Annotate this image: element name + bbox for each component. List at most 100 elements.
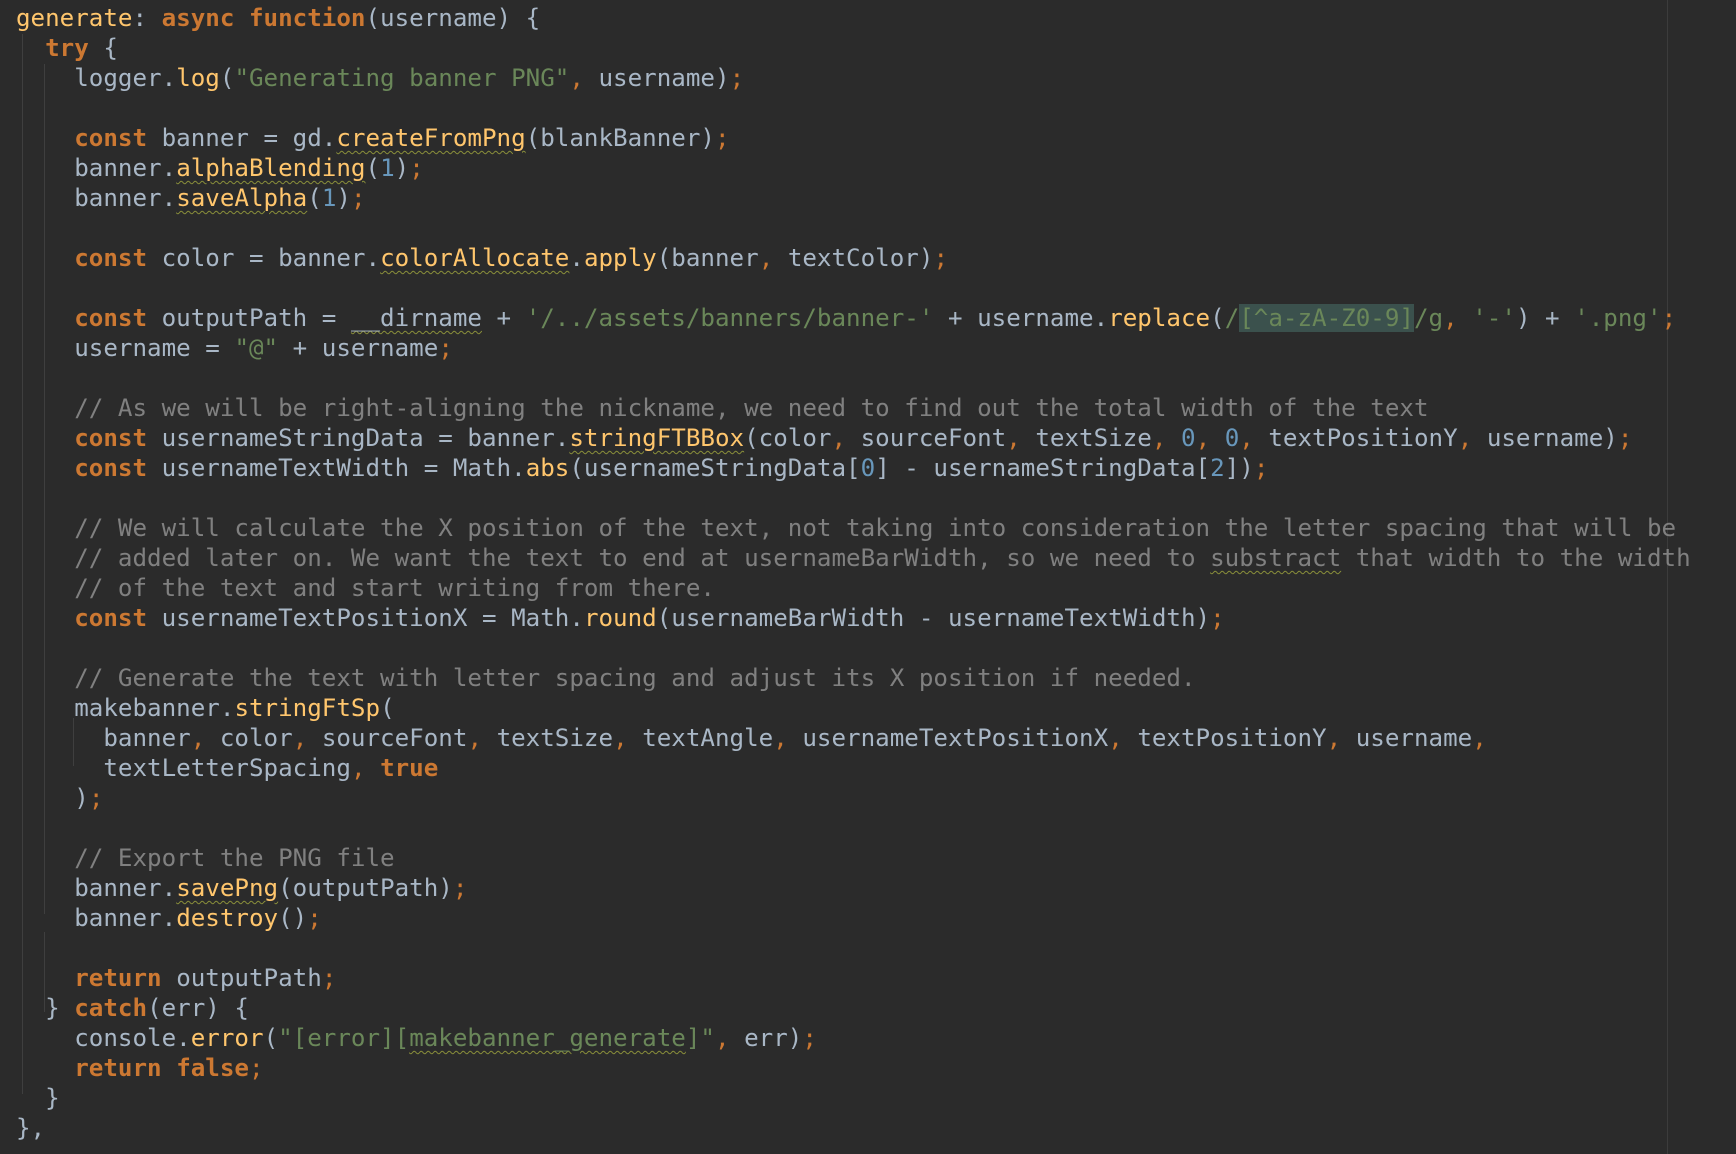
- code-line[interactable]: generate: async function(username) {: [16, 3, 1691, 33]
- code-line[interactable]: const usernameStringData = banner.string…: [16, 423, 1691, 453]
- code-line[interactable]: const usernameTextPositionX = Math.round…: [16, 603, 1691, 633]
- code-token: ;: [802, 1024, 817, 1052]
- code-line[interactable]: banner.saveAlpha(1);: [16, 183, 1691, 213]
- code-line[interactable]: // Export the PNG file: [16, 843, 1691, 873]
- code-token: (color: [744, 424, 832, 452]
- code-token: }: [16, 994, 75, 1022]
- code-line[interactable]: },: [16, 1113, 1691, 1143]
- code-token: banner.: [16, 184, 177, 212]
- code-line[interactable]: // added later on. We want the text to e…: [16, 543, 1691, 573]
- code-token: usernameStringData = banner.: [161, 424, 570, 452]
- code-token: ;: [321, 964, 337, 992]
- code-token: (blankBanner): [525, 124, 715, 152]
- code-line[interactable]: const outputPath = __dirname + '/../asse…: [16, 303, 1691, 333]
- code-line[interactable]: textLetterSpacing, true: [16, 753, 1691, 783]
- code-line[interactable]: const usernameTextWidth = Math.abs(usern…: [16, 453, 1691, 483]
- code-token: textPositionY: [1268, 424, 1458, 452]
- code-token: 1: [380, 154, 395, 182]
- code-token: :: [132, 4, 162, 32]
- code-line[interactable]: // We will calculate the X position of t…: [16, 513, 1691, 543]
- code-token: true: [380, 754, 439, 782]
- code-line[interactable]: // As we will be right-aligning the nick…: [16, 393, 1691, 423]
- code-token: replace: [1108, 304, 1211, 332]
- code-token: ;: [409, 154, 424, 182]
- code-token: (: [219, 64, 235, 92]
- code-line[interactable]: // of the text and start writing from th…: [16, 573, 1691, 603]
- code-token: ,: [715, 1024, 745, 1052]
- code-token: apply: [583, 244, 657, 272]
- code-token: username =: [16, 334, 235, 362]
- code-line[interactable]: [16, 633, 1691, 663]
- code-line[interactable]: username = "@" + username;: [16, 333, 1691, 363]
- code-token: .: [569, 244, 584, 272]
- code-line[interactable]: }: [16, 1083, 1691, 1113]
- code-token: +: [482, 304, 526, 332]
- code-token: outputPath =: [161, 304, 351, 332]
- code-token: (: [1210, 304, 1225, 332]
- code-token: __dirname: [350, 304, 482, 332]
- code-token: makebanner_generate: [409, 1024, 686, 1052]
- code-token: ;: [438, 334, 453, 362]
- code-line[interactable]: return false;: [16, 1053, 1691, 1083]
- code-line[interactable]: const banner = gd.createFromPng(blankBan…: [16, 123, 1691, 153]
- code-token: "[error][: [278, 1024, 410, 1052]
- code-line[interactable]: banner, color, sourceFont, textSize, tex…: [16, 723, 1691, 753]
- code-line[interactable]: banner.destroy();: [16, 903, 1691, 933]
- code-token: return: [74, 1054, 177, 1082]
- code-token: 0: [860, 454, 876, 482]
- code-line[interactable]: [16, 813, 1691, 843]
- code-token: username): [1486, 424, 1618, 452]
- code-token: ,: [1006, 424, 1036, 452]
- code-line[interactable]: [16, 213, 1691, 243]
- code-line[interactable]: try {: [16, 33, 1691, 63]
- code-line[interactable]: [16, 933, 1691, 963]
- code-token: ;: [715, 124, 730, 152]
- code-line[interactable]: banner.alphaBlending(1);: [16, 153, 1691, 183]
- code-editor[interactable]: generate: async function(username) { try…: [0, 0, 1736, 1154]
- code-line[interactable]: const color = banner.colorAllocate.apply…: [16, 243, 1691, 273]
- code-token: savePng: [176, 874, 279, 902]
- code-token: banner.: [16, 904, 177, 932]
- code-area[interactable]: generate: async function(username) { try…: [16, 3, 1691, 1143]
- code-line[interactable]: );: [16, 783, 1691, 813]
- code-token: // Generate the text with letter spacing…: [74, 664, 1196, 692]
- code-line[interactable]: // Generate the text with letter spacing…: [16, 663, 1691, 693]
- code-token: (banner: [656, 244, 759, 272]
- code-token: textSize: [496, 724, 614, 752]
- code-token: ,: [773, 724, 803, 752]
- code-token: ,: [1326, 724, 1356, 752]
- code-token: [^a-zA-Z0-9]: [1239, 304, 1414, 332]
- code-token: ;: [249, 1054, 264, 1082]
- code-token: 2: [1210, 454, 1225, 482]
- code-line[interactable]: banner.savePng(outputPath);: [16, 873, 1691, 903]
- code-token: (usernameStringData[: [569, 454, 861, 482]
- code-token: '.png': [1574, 304, 1662, 332]
- code-token: }: [16, 1084, 60, 1112]
- code-line[interactable]: [16, 273, 1691, 303]
- code-line[interactable]: logger.log("Generating banner PNG", user…: [16, 63, 1691, 93]
- code-line[interactable]: [16, 93, 1691, 123]
- code-line[interactable]: makebanner.stringFtSp(: [16, 693, 1691, 723]
- code-token: color: [219, 724, 293, 752]
- code-line[interactable]: return outputPath;: [16, 963, 1691, 993]
- code-token: ,: [569, 64, 599, 92]
- code-token: banner.: [16, 874, 177, 902]
- code-token: ): [336, 184, 351, 212]
- code-token: that width to the width: [1341, 544, 1691, 572]
- code-token: substract: [1210, 544, 1342, 572]
- code-token: ;: [452, 874, 468, 902]
- code-line[interactable]: [16, 483, 1691, 513]
- code-line[interactable]: } catch(err) {: [16, 993, 1691, 1023]
- code-token: saveAlpha: [176, 184, 308, 212]
- code-token: banner = gd.: [161, 124, 337, 152]
- code-token: // added later on. We want the text to e…: [74, 544, 1211, 572]
- code-token: // We will calculate the X position of t…: [74, 514, 1677, 542]
- code-line[interactable]: [16, 363, 1691, 393]
- code-line[interactable]: console.error("[error][makebanner_genera…: [16, 1023, 1691, 1053]
- code-token: username: [1355, 724, 1473, 752]
